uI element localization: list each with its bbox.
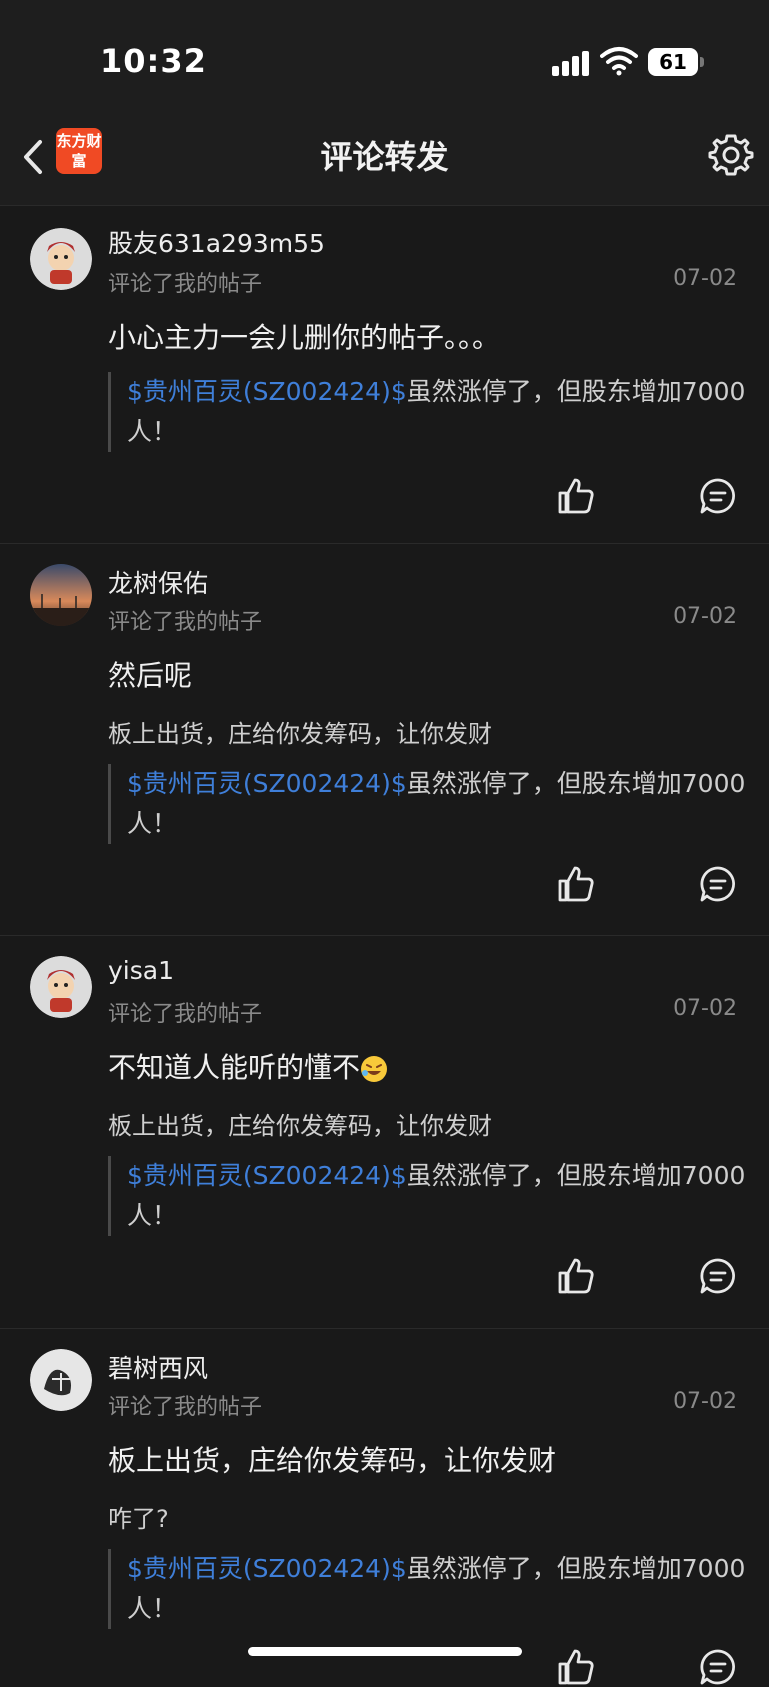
home-indicator[interactable] — [248, 1647, 522, 1656]
stock-link[interactable]: $贵州百灵(SZ002424)$ — [127, 1554, 407, 1583]
comment-bubble-icon[interactable] — [698, 1647, 738, 1687]
comment-username[interactable]: 龙树保佑 — [108, 564, 208, 600]
quoted-post[interactable]: $贵州百灵(SZ002424)$虽然涨停了，但股东增加7000人！ — [108, 764, 747, 844]
wifi-icon — [600, 47, 638, 76]
comment-username[interactable]: 碧树西风 — [108, 1349, 208, 1385]
comment-action: 评论了我的帖子 — [108, 1002, 263, 1027]
avatar[interactable] — [30, 228, 92, 290]
quoted-post[interactable]: $贵州百灵(SZ002424)$虽然涨停了，但股东增加7000人！ — [108, 372, 747, 452]
comment-bubble-icon[interactable] — [698, 1256, 738, 1296]
comment-date: 07-02 — [673, 604, 737, 629]
comment-action: 评论了我的帖子 — [108, 1395, 263, 1420]
stock-link[interactable]: $贵州百灵(SZ002424)$ — [127, 1161, 407, 1190]
comment-card: 股友631a293m55 评论了我的帖子 07-02 小心主力一会儿删你的帖子。… — [0, 205, 769, 544]
comment-bubble-icon[interactable] — [698, 476, 738, 516]
cellular-signal-icon — [552, 51, 589, 76]
comment-content: 然后呢 — [108, 659, 193, 692]
avatar[interactable] — [30, 564, 92, 626]
quoted-post[interactable]: $贵州百灵(SZ002424)$虽然涨停了，但股东增加7000人！ — [108, 1549, 747, 1629]
comment-card: 龙树保佑 评论了我的帖子 07-02 然后呢 板上出货，庄给你发筹码，让你发财 … — [0, 543, 769, 936]
thumbs-up-icon[interactable] — [556, 1256, 596, 1296]
thumbs-up-icon[interactable] — [556, 864, 596, 904]
comment-action: 评论了我的帖子 — [108, 272, 263, 297]
comment-action: 评论了我的帖子 — [108, 610, 263, 635]
comment-date: 07-02 — [673, 996, 737, 1021]
comment-reply-text: 板上出货，庄给你发筹码，让你发财 — [108, 1112, 492, 1140]
status-time: 10:32 — [100, 42, 207, 80]
comment-username[interactable]: 股友631a293m55 — [108, 224, 325, 260]
comment-bubble-icon[interactable] — [698, 864, 738, 904]
comment-reply-text: 咋了? — [108, 1505, 169, 1533]
stock-link[interactable]: $贵州百灵(SZ002424)$ — [127, 769, 407, 798]
comment-card: 碧树西风 评论了我的帖子 07-02 板上出货，庄给你发筹码，让你发财 咋了? … — [0, 1328, 769, 1685]
page-title: 评论转发 — [320, 138, 449, 176]
status-bar: 10:32 61 — [0, 0, 769, 110]
avatar[interactable] — [30, 1349, 92, 1411]
nav-bar: 东方财富 评论转发 — [0, 110, 769, 206]
battery-cap — [700, 57, 704, 67]
comment-content: 小心主力一会儿删你的帖子。。。 — [108, 321, 501, 354]
thumbs-up-icon[interactable] — [556, 476, 596, 516]
comment-content: 不知道人能听的懂不 — [108, 1046, 388, 1086]
battery-level: 61 — [648, 48, 698, 76]
avatar[interactable] — [30, 956, 92, 1018]
comment-date: 07-02 — [673, 266, 737, 291]
stock-link[interactable]: $贵州百灵(SZ002424)$ — [127, 377, 407, 406]
comment-date: 07-02 — [673, 1389, 737, 1414]
gear-icon[interactable] — [708, 132, 754, 178]
comment-content: 板上出货，庄给你发筹码，让你发财 — [108, 1444, 557, 1477]
comment-reply-text: 板上出货，庄给你发筹码，让你发财 — [108, 720, 492, 748]
laughing-emoji-icon — [361, 1056, 388, 1082]
quoted-post[interactable]: $贵州百灵(SZ002424)$虽然涨停了，但股东增加7000人！ — [108, 1156, 747, 1236]
thumbs-up-icon[interactable] — [556, 1647, 596, 1687]
comment-content-text: 不知道人能听的懂不 — [108, 1051, 361, 1084]
comment-card: yisa1 评论了我的帖子 07-02 不知道人能听的懂不 板上出货，庄给你发筹… — [0, 935, 769, 1329]
comment-username[interactable]: yisa1 — [108, 956, 174, 985]
